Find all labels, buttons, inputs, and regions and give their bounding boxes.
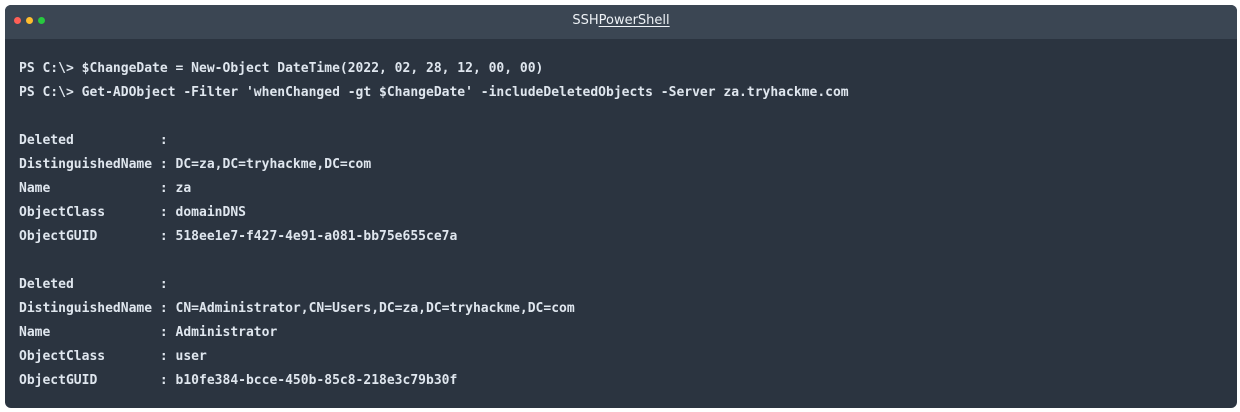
terminal-line: Deleted :	[19, 277, 168, 292]
title-bar: SSHPowerShell	[5, 5, 1237, 39]
terminal-line: Deleted :	[19, 133, 168, 148]
terminal-line: ObjectClass : domainDNS	[19, 205, 246, 220]
window-title-main: PowerShell	[598, 13, 670, 28]
window-title: SSHPowerShell	[5, 13, 1237, 28]
terminal-line: ObjectGUID : b10fe384-bcce-450b-85c8-218…	[19, 373, 458, 388]
terminal-window: SSHPowerShell PS C:\> $ChangeDate = New-…	[5, 5, 1237, 408]
terminal-line: Name : Administrator	[19, 325, 278, 340]
terminal-line: DistinguishedName : CN=Administrator,CN=…	[19, 301, 575, 316]
terminal-line: PS C:\> $ChangeDate = New-Object DateTim…	[19, 61, 544, 76]
window-title-prefix: SSH	[572, 13, 599, 28]
terminal-line: DistinguishedName : DC=za,DC=tryhackme,D…	[19, 157, 372, 172]
terminal-line: PS C:\> Get-ADObject -Filter 'whenChange…	[19, 85, 849, 100]
terminal-line: Name : za	[19, 181, 192, 196]
terminal-line: ObjectClass : user	[19, 349, 207, 364]
terminal-line: ObjectGUID : 518ee1e7-f427-4e91-a081-bb7…	[19, 229, 458, 244]
terminal-output[interactable]: PS C:\> $ChangeDate = New-Object DateTim…	[19, 57, 849, 393]
